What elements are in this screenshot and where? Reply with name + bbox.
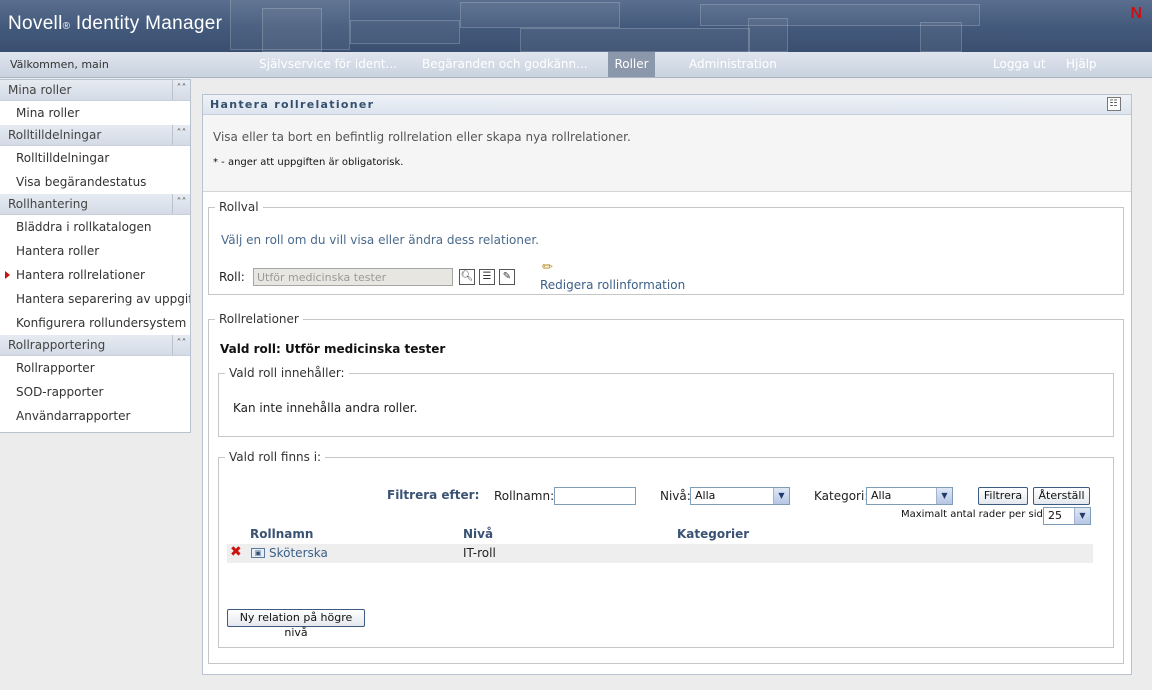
main-panel: Hantera rollrelationer ☷ Visa eller ta b… <box>202 94 1132 675</box>
sidebar-section-my-roles[interactable]: Mina roller ˄˄ <box>0 80 190 101</box>
filter-category-select[interactable]: Alla ▼ <box>866 487 953 505</box>
sidebar-item-manage-relations[interactable]: Hantera rollrelationer <box>0 263 190 287</box>
page-description: Visa eller ta bort en befintlig rollrela… <box>213 130 631 144</box>
collapse-icon[interactable]: ˄˄ <box>172 194 190 214</box>
collapse-icon[interactable]: ˄˄ <box>172 125 190 145</box>
sidebar-item-role-reports[interactable]: Rollrapporter <box>0 356 190 380</box>
contains-text: Kan inte innehålla andra roller. <box>233 401 418 415</box>
contains-legend: Vald roll innehåller: <box>229 366 345 380</box>
filter-name-label: Rollnamn: <box>494 489 555 503</box>
role-selection-fieldset: Rollval Välj en roll om du vill visa ell… <box>208 200 1124 295</box>
edit-selection-icon[interactable]: ✎ <box>499 269 515 285</box>
tab-roles[interactable]: Roller <box>608 52 655 77</box>
chevron-down-icon[interactable]: ▼ <box>773 488 789 504</box>
role-selection-legend: Rollval <box>219 200 259 214</box>
filter-category-label: Kategori: <box>814 489 869 503</box>
role-level-cell: IT-roll <box>463 546 496 560</box>
filter-name-input[interactable] <box>554 487 636 505</box>
role-field[interactable] <box>253 268 453 286</box>
filter-level-select[interactable]: Alla ▼ <box>690 487 790 505</box>
tab-administration[interactable]: Administration <box>683 52 783 77</box>
sidebar-item-sod-reports[interactable]: SOD-rapporter <box>0 380 190 404</box>
new-parent-relation-button[interactable]: Ny relation på högre nivå <box>227 609 365 639</box>
product-logo: Novell® Identity Manager <box>8 13 223 34</box>
welcome-text: Välkommen, main <box>10 58 109 71</box>
column-header-level[interactable]: Nivå <box>463 527 493 541</box>
tab-selfservice[interactable]: Självservice för ident... <box>253 52 403 77</box>
sidebar-item-separation-of-duties[interactable]: Hantera separering av uppgifter <box>0 287 190 311</box>
help-link[interactable]: Hjälp <box>1060 52 1103 77</box>
top-navigation: Välkommen, main Självservice för ident..… <box>0 52 1152 78</box>
max-rows-label: Maximalt antal rader per sida <box>901 509 1049 520</box>
sidebar-item-user-reports[interactable]: Användarrapporter <box>0 404 190 428</box>
sidebar-section-role-reporting[interactable]: Rollrapportering ˄˄ <box>0 335 190 356</box>
table-row: ✖ ▣ Sköterska IT-roll <box>227 544 1093 563</box>
page-title: Hantera rollrelationer ☷ <box>203 95 1131 115</box>
filter-button[interactable]: Filtrera <box>978 487 1028 505</box>
chevron-down-icon[interactable]: ▼ <box>936 488 952 504</box>
filter-level-label: Nivå: <box>660 489 691 503</box>
role-icon: ▣ <box>251 548 265 558</box>
sidebar-section-role-management[interactable]: Rollhantering ˄˄ <box>0 194 190 215</box>
required-note: * - anger att uppgiften är obligatorisk. <box>213 157 404 168</box>
novell-logo-icon: N <box>1130 5 1142 22</box>
sidebar-item-request-status[interactable]: Visa begärandestatus <box>0 170 190 194</box>
selected-role-heading: Vald roll: Utför medicinska tester <box>220 342 446 356</box>
role-selection-hint: Välj en roll om du vill visa eller ändra… <box>221 233 539 247</box>
pencil-icon[interactable]: ✏ <box>542 260 553 275</box>
role-relations-legend: Rollrelationer <box>219 312 299 326</box>
sidebar-item-role-assignments[interactable]: Rolltilldelningar <box>0 146 190 170</box>
search-icon[interactable]: 🔍︎ <box>459 269 475 285</box>
role-relations-fieldset: Rollrelationer Vald roll: Utför medicins… <box>208 312 1124 664</box>
exists-in-fieldset: Vald roll finns i: Filtrera efter: Rolln… <box>218 450 1114 648</box>
filter-title: Filtrera efter: <box>387 488 480 502</box>
current-item-arrow-icon <box>5 271 10 279</box>
column-header-name[interactable]: Rollnamn <box>250 527 313 541</box>
delete-icon[interactable]: ✖ <box>230 544 242 560</box>
collapse-icon[interactable]: ˄˄ <box>172 80 190 100</box>
collapse-icon[interactable]: ˄˄ <box>172 335 190 355</box>
edit-role-info-link[interactable]: Redigera rollinformation <box>540 278 685 292</box>
sidebar: Mina roller ˄˄ Mina roller Rolltilldelni… <box>0 79 191 433</box>
header-banner: Novell® Identity Manager N <box>0 0 1152 52</box>
logout-link[interactable]: Logga ut <box>987 52 1052 77</box>
role-list-icon[interactable]: ☰ <box>479 269 495 285</box>
sidebar-item-browse-catalog[interactable]: Bläddra i rollkatalogen <box>0 215 190 239</box>
chevron-down-icon[interactable]: ▼ <box>1074 508 1090 524</box>
exists-in-legend: Vald roll finns i: <box>229 450 322 464</box>
role-name-link[interactable]: Sköterska <box>269 546 328 560</box>
tab-requests[interactable]: Begäranden och godkänn... <box>416 52 594 77</box>
intro-section: Visa eller ta bort en befintlig rollrela… <box>203 115 1131 192</box>
column-header-categories[interactable]: Kategorier <box>677 527 749 541</box>
sidebar-item-configure-subsystem[interactable]: Konfigurera rollundersystem <box>0 311 190 335</box>
role-label: Roll: <box>219 270 245 284</box>
sidebar-section-role-assignments[interactable]: Rolltilldelningar ˄˄ <box>0 125 190 146</box>
sidebar-item-manage-roles[interactable]: Hantera roller <box>0 239 190 263</box>
contains-fieldset: Vald roll innehåller: Kan inte innehålla… <box>218 366 1114 437</box>
max-rows-select[interactable]: 25 ▼ <box>1043 507 1091 525</box>
reset-button[interactable]: Återställ <box>1033 487 1090 505</box>
sidebar-item-my-roles[interactable]: Mina roller <box>0 101 190 125</box>
layout-grid-icon[interactable]: ☷ <box>1107 97 1121 111</box>
